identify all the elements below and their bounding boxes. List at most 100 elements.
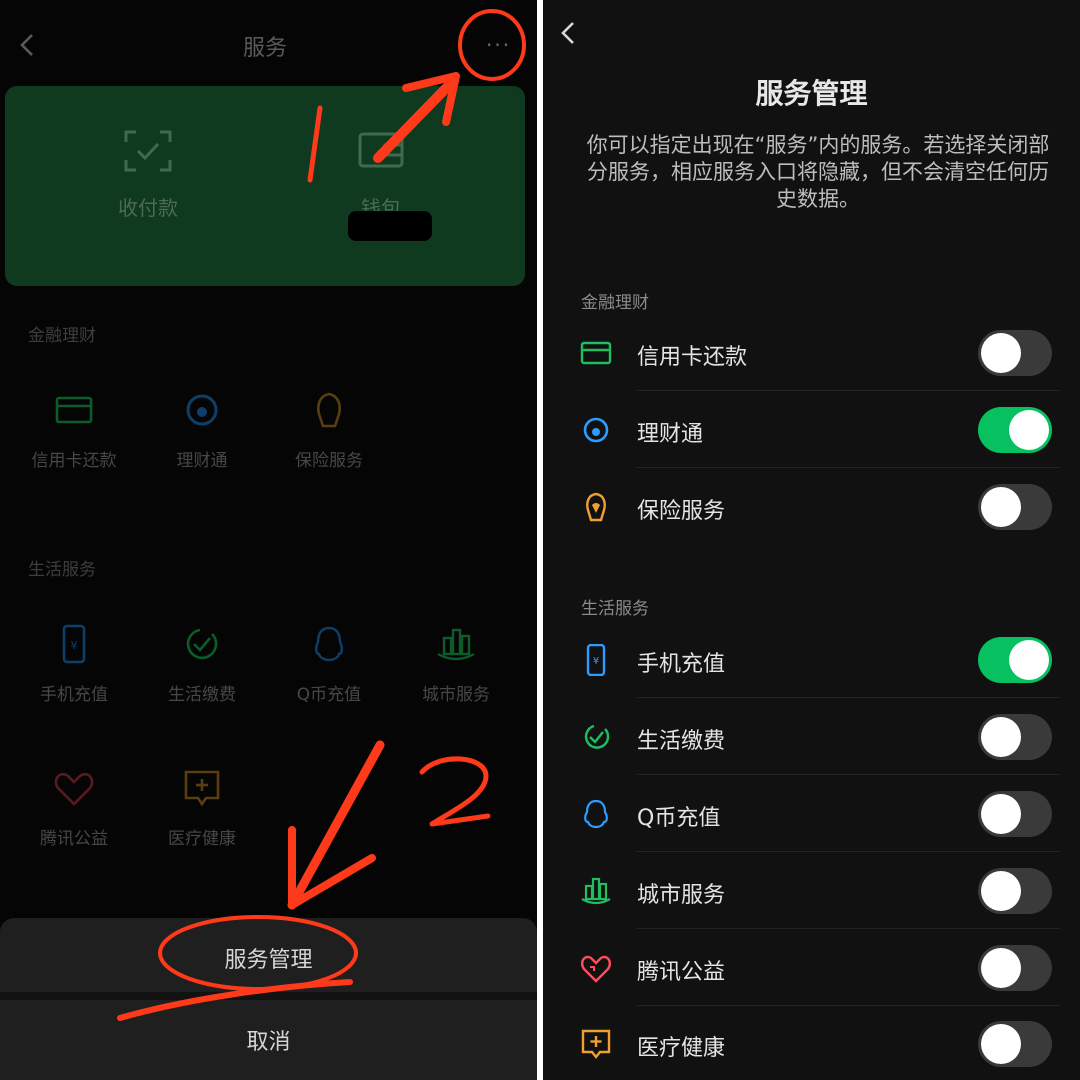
toggle-knob — [981, 1024, 1021, 1064]
toggle-knob — [1009, 410, 1049, 450]
grid-item-label: 生活缴费 — [168, 685, 236, 705]
row-divider — [637, 928, 1060, 929]
toggle-medical[interactable] — [978, 1021, 1052, 1067]
toggle-knob — [981, 948, 1021, 988]
row-divider — [637, 390, 1060, 391]
qcoin-icon — [584, 799, 608, 829]
qcoin-icon — [315, 626, 343, 662]
list-item-medical: 医疗健康 — [543, 1006, 1080, 1080]
list-item-label: 城市服务 — [637, 883, 726, 908]
list-item-phone-topup: ¥ 手机充值 — [543, 622, 1080, 698]
grid-item-qcoin[interactable]: Q币充值 — [265, 624, 393, 705]
toggle-knob — [981, 333, 1021, 373]
toggle-city[interactable] — [978, 868, 1052, 914]
back-arrow-icon[interactable] — [555, 18, 583, 48]
list-item-label: 生活缴费 — [637, 729, 726, 754]
toggle-knob — [981, 871, 1021, 911]
medical-icon — [184, 770, 220, 807]
row-divider — [637, 697, 1060, 698]
grid-item-label: 理财通 — [176, 451, 228, 471]
medical-icon — [581, 1029, 611, 1059]
grid-item-label: Q币充值 — [296, 685, 362, 705]
list-item-qcoin: Q币充值 — [543, 776, 1080, 852]
list-item-city: 城市服务 — [543, 853, 1080, 929]
insurance-icon — [586, 492, 606, 522]
toggle-credit-card[interactable] — [978, 330, 1052, 376]
toggle-utility[interactable] — [978, 714, 1052, 760]
list-item-insurance: 保险服务 — [543, 469, 1080, 545]
insurance-icon — [317, 392, 341, 428]
list-item-wealth: 理财通 — [543, 392, 1080, 468]
toggle-qcoin[interactable] — [978, 791, 1052, 837]
wealth-icon — [186, 394, 218, 426]
grid-item-phone-topup[interactable]: ¥ 手机充值 — [10, 624, 138, 705]
list-item-label: 理财通 — [637, 422, 704, 447]
grid-item-charity[interactable]: 腾讯公益 — [10, 768, 138, 849]
list-item-charity: 腾讯公益 — [543, 930, 1080, 1006]
toggle-knob — [1009, 640, 1049, 680]
svg-text:¥: ¥ — [71, 639, 78, 652]
grid-item-city[interactable]: 城市服务 — [392, 624, 520, 705]
utility-icon — [186, 628, 218, 660]
page-title: 服务管理 — [755, 77, 868, 110]
service-management-screen: 服务管理 你可以指定出现在“服务”内的服务。若选择关闭部分服务，相应服务入口将隐… — [543, 0, 1080, 1080]
charity-icon — [54, 772, 94, 806]
grid-item-wealth[interactable]: 理财通 — [138, 390, 266, 471]
credit-card-icon — [580, 341, 612, 365]
page-description: 你可以指定出现在“服务”内的服务。若选择关闭部分服务，相应服务入口将隐藏，但不会… — [586, 133, 1050, 211]
wealth-icon — [583, 417, 609, 443]
section-title-life: 生活服务 — [28, 560, 96, 580]
pay-receive-button[interactable]: 收付款 — [78, 128, 218, 221]
more-options-button[interactable]: ··· — [486, 33, 511, 57]
grid-item-label: 保险服务 — [295, 451, 363, 471]
row-divider — [637, 851, 1060, 852]
utility-icon — [584, 724, 610, 749]
grid-item-credit-card[interactable]: 信用卡还款 — [10, 390, 138, 471]
city-icon — [437, 628, 475, 661]
grid-item-label: 腾讯公益 — [40, 829, 108, 849]
grid-item-medical[interactable]: 医疗健康 — [138, 768, 266, 849]
toggle-knob — [981, 487, 1021, 527]
page-title: 服务 — [242, 36, 287, 61]
toggle-wealth[interactable] — [978, 407, 1052, 453]
section-title-life: 生活服务 — [581, 599, 649, 619]
section-title-finance: 金融理财 — [581, 293, 649, 313]
phone-topup-icon: ¥ — [62, 624, 86, 664]
list-item-label: 腾讯公益 — [637, 960, 726, 985]
credit-card-icon — [55, 396, 93, 424]
phone-topup-icon: ¥ — [586, 644, 606, 676]
services-screen: 服务 ··· 收付款 钱包 金融理财 信用卡还款 理财通 保险服务 生活服务 ¥… — [0, 0, 537, 1080]
list-item-label: 医疗健康 — [637, 1036, 726, 1061]
toggle-knob — [981, 794, 1021, 834]
grid-item-label: 城市服务 — [422, 685, 490, 705]
city-icon — [581, 877, 611, 905]
grid-item-label: 信用卡还款 — [31, 451, 117, 471]
toggle-phone-topup[interactable] — [978, 637, 1052, 683]
section-title-finance: 金融理财 — [28, 326, 96, 346]
wallet-icon — [358, 132, 404, 168]
toggle-knob — [981, 717, 1021, 757]
list-item-utility: 生活缴费 — [543, 699, 1080, 775]
cancel-button[interactable]: 取消 — [0, 1024, 537, 1056]
grid-item-label: 手机充值 — [40, 685, 108, 705]
toggle-insurance[interactable] — [978, 484, 1052, 530]
service-management-button[interactable]: 服务管理 — [0, 942, 537, 974]
pay-receive-label: 收付款 — [118, 196, 178, 220]
list-item-credit-card: 信用卡还款 — [543, 315, 1080, 391]
toggle-charity[interactable] — [978, 945, 1052, 991]
svg-text:¥: ¥ — [593, 656, 599, 667]
list-item-label: 保险服务 — [637, 499, 726, 524]
list-item-label: 信用卡还款 — [637, 345, 748, 370]
charity-icon — [580, 955, 612, 983]
grid-item-insurance[interactable]: 保险服务 — [265, 390, 393, 471]
grid-item-label: 医疗健康 — [168, 829, 236, 849]
list-item-label: 手机充值 — [637, 652, 726, 677]
scan-pay-icon — [124, 130, 172, 172]
action-sheet-separator — [0, 992, 537, 1000]
row-divider — [637, 467, 1060, 468]
redaction-block — [348, 211, 432, 241]
wallet-button[interactable]: 钱包 — [311, 128, 451, 221]
grid-item-utility[interactable]: 生活缴费 — [138, 624, 266, 705]
row-divider — [637, 774, 1060, 775]
list-item-label: Q币充值 — [637, 806, 721, 831]
